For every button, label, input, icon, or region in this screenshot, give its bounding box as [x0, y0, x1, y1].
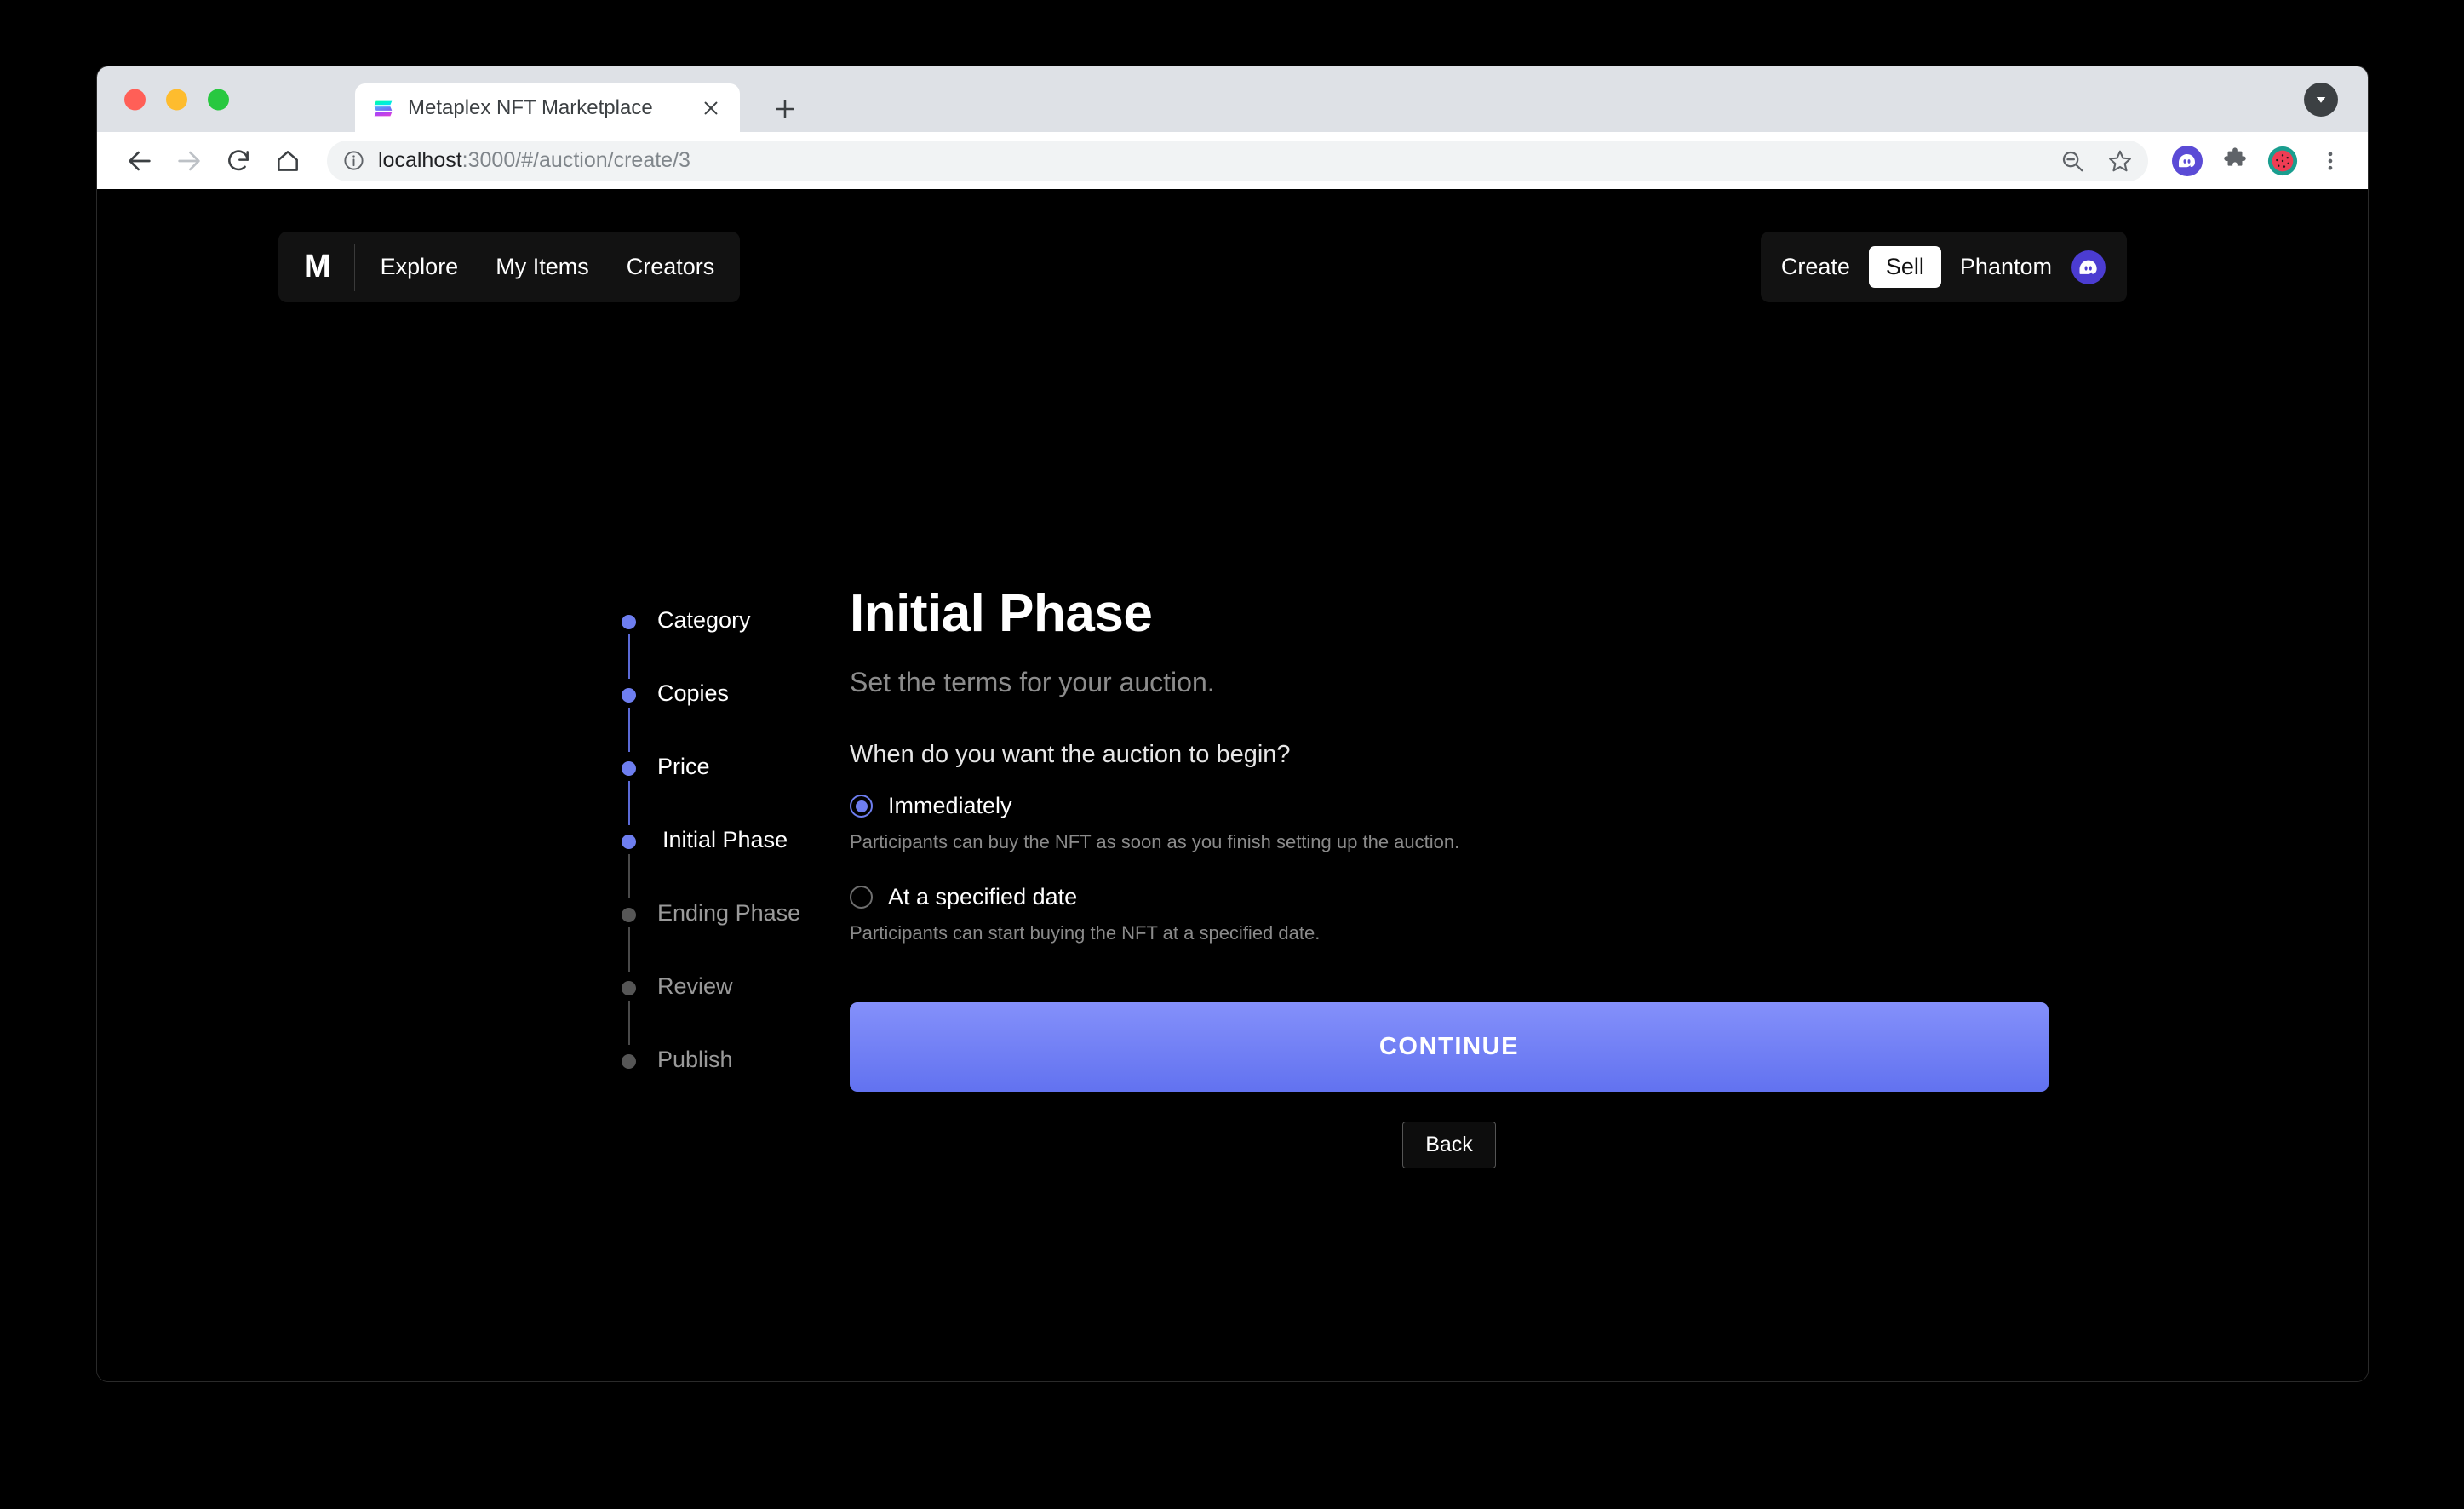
step-initial-phase[interactable]: Initial Phase [622, 829, 860, 902]
omnibox-actions [2053, 141, 2140, 181]
step-copies[interactable]: Copies [622, 682, 860, 755]
home-icon [278, 150, 298, 171]
continue-button[interactable]: CONTINUE [850, 1002, 2049, 1093]
wallet-name[interactable]: Phantom [1960, 254, 2052, 280]
step-timeline: Category Copies Price Initial Phase Endi [622, 609, 860, 1122]
phantom-ghost-icon[interactable] [2071, 250, 2106, 285]
step-label: Review [657, 973, 733, 999]
url-text: localhost:3000/#/auction/create/3 [378, 148, 690, 173]
new-tab-button[interactable] [770, 94, 800, 124]
extension-icons [2169, 142, 2349, 180]
create-button[interactable]: Create [1781, 254, 1850, 280]
option-row[interactable]: Immediately [850, 793, 2049, 819]
auction-start-radio-group: Immediately Participants can buy the NFT… [850, 793, 2049, 944]
reload-icon [228, 149, 249, 170]
app-navbar: M Explore My Items Creators [278, 232, 741, 302]
page-content: M Explore My Items Creators Create Sell … [97, 189, 2368, 1381]
step-dot [622, 981, 636, 995]
plus-icon [776, 100, 794, 118]
browser-tab[interactable]: Metaplex NFT Marketplace [355, 83, 740, 132]
address-bar[interactable]: localhost:3000/#/auction/create/3 [327, 140, 2148, 181]
browser-toolbar: localhost:3000/#/auction/create/3 [97, 132, 2368, 189]
step-connector [628, 708, 630, 752]
chevron-down-icon [2316, 96, 2326, 103]
step-label: Ending Phase [657, 900, 801, 926]
radio-specified-date[interactable] [850, 886, 873, 909]
back-button[interactable]: Back [1402, 1122, 1496, 1169]
question-label: When do you want the auction to begin? [850, 741, 1291, 769]
option-description: Participants can start buying the NFT at… [850, 922, 1321, 944]
close-window-button[interactable] [124, 89, 146, 110]
puzzle-piece-icon[interactable] [2216, 142, 2254, 180]
forward-button[interactable] [165, 137, 213, 185]
close-icon[interactable] [697, 95, 725, 122]
sell-button[interactable]: Sell [1868, 246, 1941, 288]
nav-link-explore[interactable]: Explore [381, 254, 459, 280]
back-button-wrap: Back [850, 1122, 2049, 1169]
option-label: Immediately [888, 793, 1012, 819]
info-circle-icon[interactable] [341, 148, 366, 174]
back-button[interactable] [116, 137, 163, 185]
step-review[interactable]: Review [622, 975, 860, 1048]
nav-links: Explore My Items Creators [381, 254, 715, 280]
url-path: :3000/#/auction/create/3 [461, 148, 690, 172]
page-subtitle: Set the terms for your auction. [850, 667, 1215, 698]
step-label: Price [657, 754, 710, 779]
browser-window: Metaplex NFT Marketplace localhost:3000/… [96, 66, 2369, 1382]
nav-link-creators[interactable]: Creators [627, 254, 715, 280]
radio-immediately[interactable] [850, 795, 873, 818]
step-label: Publish [657, 1047, 733, 1072]
step-connector [628, 927, 630, 972]
nav-link-my-items[interactable]: My Items [496, 254, 589, 280]
step-connector [628, 854, 630, 898]
option-label: At a specified date [888, 884, 1078, 910]
three-dot-menu-icon[interactable] [2312, 142, 2349, 180]
step-dot [622, 688, 636, 703]
step-dot [622, 835, 636, 849]
step-price[interactable]: Price [622, 755, 860, 829]
watermelon-avatar-icon[interactable] [2264, 142, 2301, 180]
step-ending-phase[interactable]: Ending Phase [622, 902, 860, 975]
nav-divider [353, 243, 355, 291]
user-navbar: Create Sell Phantom [1760, 232, 2127, 302]
reload-button[interactable] [215, 137, 262, 185]
zoom-out-icon[interactable] [2053, 141, 2092, 181]
page-title: Initial Phase [850, 584, 1153, 643]
step-dot [622, 1054, 636, 1069]
url-host: localhost [378, 148, 462, 172]
option-description: Participants can buy the NFT as soon as … [850, 831, 1460, 853]
phantom-wallet-icon[interactable] [2169, 142, 2206, 180]
step-dot [622, 761, 636, 776]
step-publish[interactable]: Publish [622, 1048, 860, 1122]
step-category[interactable]: Category [622, 609, 860, 682]
step-label: Category [657, 607, 751, 633]
star-icon[interactable] [2100, 141, 2140, 181]
step-connector [628, 1001, 630, 1045]
step-label: Copies [657, 680, 730, 706]
app-logo[interactable]: M [304, 249, 354, 285]
back-arrow-icon [129, 151, 151, 170]
tab-search-button[interactable] [2304, 82, 2338, 117]
step-dot [622, 615, 636, 629]
forward-arrow-icon [178, 151, 200, 170]
window-controls [124, 89, 229, 110]
option-specified-date[interactable]: At a specified date Participants can sta… [850, 884, 2049, 944]
tab-strip: Metaplex NFT Marketplace [97, 66, 2368, 132]
option-immediately[interactable]: Immediately Participants can buy the NFT… [850, 793, 2049, 853]
home-button[interactable] [264, 137, 312, 185]
step-label: Initial Phase [662, 827, 788, 852]
step-connector [628, 781, 630, 825]
main-column: Initial Phase Set the terms for your auc… [850, 584, 2049, 1169]
tab-title: Metaplex NFT Marketplace [408, 95, 653, 119]
minimize-window-button[interactable] [166, 89, 187, 110]
step-dot [622, 908, 636, 922]
option-row[interactable]: At a specified date [850, 884, 2049, 910]
step-connector [628, 634, 630, 679]
solana-logo-icon [374, 100, 393, 116]
maximize-window-button[interactable] [208, 89, 229, 110]
